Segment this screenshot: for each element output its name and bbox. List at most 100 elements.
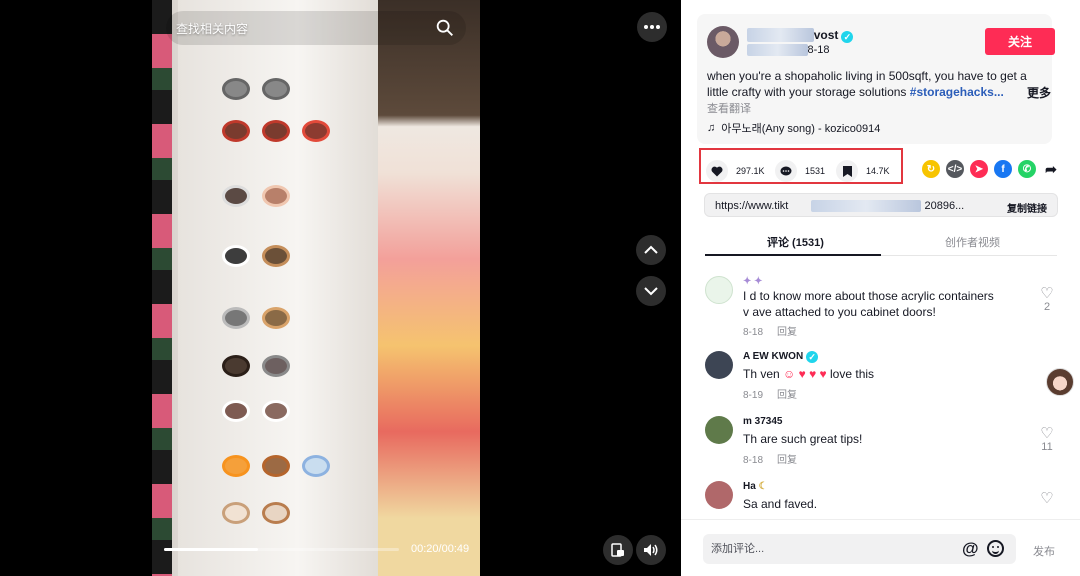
picture-in-picture-button[interactable]	[603, 535, 633, 565]
tab-comments[interactable]: 评论 (1531)	[767, 234, 824, 250]
tab-creator-videos[interactable]: 创作者视频	[945, 234, 1000, 250]
video-player[interactable]: 查找相关内容 00:20/00:49	[0, 0, 681, 576]
comment-item: A EW KWON ✓ Th ven ☺ ♥ ♥ ♥ love this 8-19…	[705, 351, 1055, 401]
commenter-name-text: Ha	[743, 481, 756, 492]
emoji-hearts: ☺ ♥ ♥ ♥	[783, 367, 827, 381]
heart-outline-icon[interactable]: ♡	[1039, 491, 1055, 506]
comment-text: Sa and faved.	[743, 497, 818, 511]
more-options-button[interactable]	[637, 12, 667, 42]
sunglasses-row	[222, 305, 362, 331]
reply-button[interactable]: 回复	[777, 327, 797, 338]
reply-button[interactable]: 回复	[777, 455, 797, 466]
comment-item: ✦ ✦ I d to know more about those acrylic…	[705, 276, 1055, 338]
sunglasses-row	[222, 398, 362, 424]
comment-text-start: Th ven	[743, 367, 780, 381]
comment-text-end: love this	[830, 367, 875, 381]
share-link-box[interactable]: https://www.tikt xxxxxxxxxxxxxxxxxxxx 20…	[704, 193, 1058, 217]
comment-text: Th ven ☺ ♥ ♥ ♥ love this	[743, 366, 874, 382]
video-progress-bar[interactable]	[164, 548, 399, 551]
active-tab-indicator	[705, 254, 881, 256]
volume-button[interactable]	[636, 535, 666, 565]
music-note-icon: ♫	[707, 122, 716, 134]
share-link-text[interactable]: https://www.tikt xxxxxxxxxxxxxxxxxxxx 20…	[715, 200, 964, 212]
verified-badge-icon: ✓	[841, 31, 854, 43]
comment-action[interactable]: 1531	[775, 160, 825, 182]
embed-code-icon[interactable]: </>	[946, 160, 964, 178]
sunglasses-row	[222, 453, 362, 479]
sunglasses-row	[222, 76, 362, 102]
like-count: 297.1K	[736, 166, 765, 176]
commenter-avatar[interactable]	[705, 481, 733, 509]
music-title: 아무노래(Any song) - kozico0914	[721, 123, 881, 135]
author-name[interactable]: xxxxxxxxxxvost✓	[747, 28, 854, 43]
music-link[interactable]: ♫ 아무노래(Any song) - kozico0914	[707, 120, 880, 136]
comment-date: 8-19	[743, 390, 764, 401]
comment-meta: 8-18 回复	[743, 323, 797, 338]
commenter-avatar[interactable]	[705, 416, 733, 444]
moon-emoji-icon: ☾	[758, 481, 768, 492]
reply-button[interactable]: 回复	[777, 390, 797, 401]
next-video-button[interactable]	[636, 276, 666, 306]
commenter-name-text: A EW KWON	[743, 351, 804, 362]
comment-like[interactable]: ♡ 2	[1039, 286, 1055, 313]
comment-item: Ha ☾ Sa and faved. ♡	[705, 481, 1055, 517]
video-search-bar[interactable]: 查找相关内容	[166, 11, 466, 45]
like-action[interactable]: 297.1K	[706, 160, 765, 182]
obscured-text: xxxxxxxxxx	[747, 28, 814, 42]
comment-like[interactable]: ♡ 11	[1039, 426, 1055, 453]
comment-like[interactable]: ♡	[1039, 491, 1055, 506]
commenter-name[interactable]: A EW KWON ✓	[743, 351, 819, 363]
comment-input-bar: @ 发布	[681, 519, 1080, 576]
comment-tabs: 评论 (1531) 创作者视频	[705, 230, 1057, 256]
heart-outline-icon[interactable]: ♡	[1039, 426, 1055, 441]
video-frame	[152, 0, 480, 576]
post-info-card: xxxxxxxxxxvost✓ xxxxxxxxxxx8-18 关注 when …	[697, 14, 1055, 144]
more-dots-icon	[644, 25, 660, 29]
post-date: xxxxxxxxxxx8-18	[747, 44, 830, 56]
previous-video-button[interactable]	[636, 235, 666, 265]
comment-date: 8-18	[743, 327, 764, 338]
sunglasses-row	[222, 183, 362, 209]
comment-bubble-icon[interactable]	[775, 160, 797, 182]
whatsapp-icon[interactable]: ✆	[1018, 160, 1036, 178]
comment-count: 1531	[805, 166, 826, 176]
heart-icon[interactable]	[706, 160, 728, 182]
search-placeholder[interactable]: 查找相关内容	[176, 20, 434, 37]
heart-outline-icon[interactable]: ♡	[1039, 286, 1055, 301]
obscured-text: xxxxxxxxxxxxxxxxxxxx	[811, 200, 922, 212]
share-arrow-icon[interactable]: ➦	[1042, 160, 1060, 178]
sunglasses-row	[222, 500, 362, 526]
sunglasses-row	[222, 353, 362, 379]
post-comment-button[interactable]: 发布	[1033, 543, 1055, 559]
more-button[interactable]: 更多	[1027, 84, 1051, 101]
emoji-icon[interactable]	[987, 540, 1004, 557]
bookmark-icon[interactable]	[836, 160, 858, 182]
hashtag-link[interactable]: #storagehacks...	[910, 85, 1004, 99]
comment-text: v ave attached to you cabinet doors!	[743, 305, 936, 319]
comment-meta: 8-18 回复	[743, 451, 797, 466]
commenter-name[interactable]: m 37345	[743, 416, 782, 427]
link-prefix: https://www.tikt	[715, 200, 789, 212]
follow-button[interactable]: 关注	[985, 28, 1055, 55]
translate-link[interactable]: 查看翻译	[707, 100, 751, 116]
copy-link-button[interactable]: 复制链接	[1007, 200, 1047, 215]
commenter-avatar[interactable]	[705, 351, 733, 379]
post-date-text: 8-18	[807, 44, 830, 56]
commenter-avatar[interactable]	[705, 276, 733, 304]
send-to-friends-icon[interactable]: ➤	[970, 160, 988, 178]
commenter-name[interactable]: ✦ ✦	[743, 276, 763, 287]
author-name-text: vost	[813, 28, 839, 42]
author-avatar[interactable]	[707, 26, 739, 58]
floating-helper-avatar[interactable]	[1046, 368, 1074, 396]
repost-icon[interactable]: ↻	[922, 160, 940, 178]
commenter-name[interactable]: Ha ☾	[743, 481, 768, 492]
comment-meta: 8-19 回复	[743, 386, 797, 401]
comment-like-count: 11	[1041, 441, 1053, 453]
facebook-icon[interactable]: f	[994, 160, 1012, 178]
search-icon[interactable]	[434, 17, 456, 39]
chevron-down-icon	[644, 287, 658, 296]
save-action[interactable]: 14.7K	[836, 160, 890, 182]
mention-icon[interactable]: @	[962, 539, 979, 559]
obscured-text: xxxxxxxxxxx	[747, 44, 808, 56]
chevron-up-icon	[644, 245, 658, 254]
